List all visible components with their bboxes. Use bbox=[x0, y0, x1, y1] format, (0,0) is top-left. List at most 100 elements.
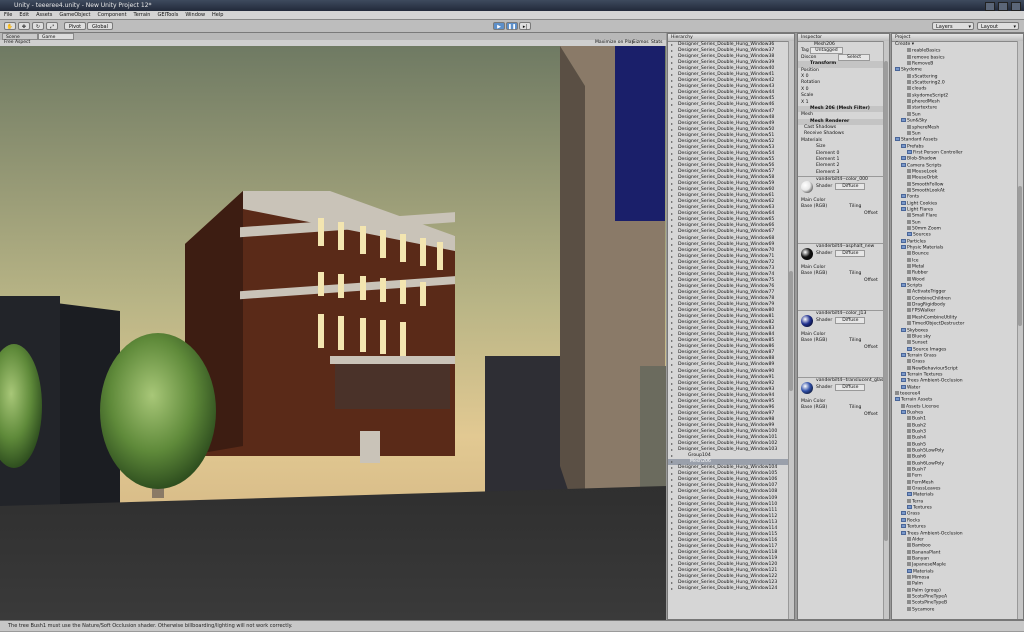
folder-icon bbox=[907, 492, 912, 497]
project-item-label: Bush2 bbox=[912, 423, 926, 429]
asset-icon bbox=[907, 213, 911, 218]
minimize-button[interactable] bbox=[985, 2, 995, 11]
close-button[interactable] bbox=[1011, 2, 1021, 11]
project-item-label: Light Flares bbox=[907, 207, 934, 213]
play-button[interactable]: ▶ bbox=[493, 22, 505, 30]
scroll-thumb[interactable] bbox=[884, 61, 888, 541]
hierarchy-header: Hierarchy bbox=[668, 34, 794, 42]
project-item-label: Textures bbox=[913, 505, 932, 511]
material-block: vanderbilt4--translucent_glass_1 Shader Di… bbox=[798, 377, 889, 444]
folder-icon bbox=[895, 67, 900, 72]
project-item-label: Physic Materials bbox=[907, 245, 944, 251]
project-item-label: Terrain Assets bbox=[901, 397, 933, 403]
project-item-label: Bounce bbox=[912, 251, 929, 257]
menu-component[interactable]: Component bbox=[98, 11, 127, 19]
asset-icon bbox=[907, 295, 911, 300]
folder-icon bbox=[895, 397, 900, 402]
status-bar[interactable]: The tree Bush1 must use the Nature/Soft … bbox=[0, 620, 1024, 631]
shader-row: Shader Diffuse bbox=[798, 316, 889, 324]
tiling-label: Tiling bbox=[849, 204, 862, 210]
menu-geitools[interactable]: GEITools bbox=[157, 11, 178, 19]
move-tool-button[interactable]: ✥ bbox=[18, 22, 30, 30]
scroll-thumb[interactable] bbox=[1018, 186, 1022, 326]
shader-row: Shader Diffuse bbox=[798, 249, 889, 257]
asset-icon bbox=[907, 111, 911, 116]
shader-label: Shader bbox=[816, 317, 833, 323]
folder-icon bbox=[901, 245, 906, 250]
project-tree: reableBasics remove basics RemoveB Skydome s… bbox=[892, 48, 1023, 613]
menu-file[interactable]: File bbox=[4, 11, 12, 19]
scale-x[interactable]: 1 bbox=[806, 100, 809, 105]
rotation-x[interactable]: 0 bbox=[806, 87, 809, 92]
folder-icon bbox=[901, 371, 906, 376]
folder-icon bbox=[901, 156, 906, 161]
menu-edit[interactable]: Edit bbox=[19, 11, 29, 19]
project-item-label: Small Flare bbox=[912, 213, 938, 219]
asset-icon bbox=[907, 486, 911, 491]
project-asset-item[interactable]: Sycamore bbox=[892, 606, 1023, 613]
project-item-label: Materials bbox=[913, 492, 934, 498]
tab-scene[interactable]: Scene bbox=[2, 33, 38, 40]
pause-button[interactable]: ❚❚ bbox=[506, 22, 518, 30]
folder-icon bbox=[901, 238, 906, 243]
project-item-label: MouseLook bbox=[912, 169, 938, 175]
project-item-label: Skyboxes bbox=[907, 328, 929, 334]
select-button[interactable]: Select bbox=[837, 53, 871, 61]
offset-label: Offset bbox=[864, 277, 878, 283]
shader-dropdown[interactable]: Diffuse bbox=[835, 316, 866, 324]
menu-window[interactable]: Window bbox=[185, 11, 205, 19]
menu-gameobject[interactable]: GameObject bbox=[59, 11, 90, 19]
shader-dropdown[interactable]: Diffuse bbox=[835, 182, 866, 190]
scroll-thumb[interactable] bbox=[789, 271, 793, 391]
project-item-label: Sun bbox=[912, 131, 921, 137]
rotate-tool-button[interactable]: ↻ bbox=[32, 22, 44, 30]
hierarchy-item[interactable]: Designer_Series_Double_Hung_Window124 bbox=[668, 586, 794, 592]
layers-dropdown[interactable]: Layers ▾ bbox=[932, 22, 974, 30]
project-item-label: Bush1 bbox=[912, 416, 926, 422]
pivot-toggle[interactable]: Pivot bbox=[64, 22, 86, 30]
asset-icon bbox=[907, 606, 911, 611]
scale-tool-button[interactable]: ⤢ bbox=[46, 22, 58, 30]
shader-dropdown[interactable]: Diffuse bbox=[835, 249, 866, 257]
menu-assets[interactable]: Assets bbox=[36, 11, 52, 19]
asset-icon bbox=[907, 124, 911, 129]
maximize-button[interactable] bbox=[998, 2, 1008, 11]
project-item-label: Assets License bbox=[906, 404, 940, 410]
hierarchy-scrollbar[interactable] bbox=[788, 41, 794, 619]
project-scrollbar[interactable] bbox=[1017, 41, 1023, 619]
asset-icon bbox=[907, 422, 911, 427]
game-viewport[interactable] bbox=[0, 46, 666, 620]
menu-terrain[interactable]: Terrain bbox=[134, 11, 151, 19]
project-item-label: ScotsPineTypeB bbox=[912, 600, 948, 606]
project-item-label: Terrain Textures bbox=[907, 372, 943, 378]
menu-help[interactable]: Help bbox=[212, 11, 223, 19]
hand-tool-button[interactable]: ✋ bbox=[4, 22, 16, 30]
project-item-label: CombineChildren bbox=[912, 296, 951, 302]
folder-icon bbox=[901, 517, 906, 522]
step-button[interactable]: ▸| bbox=[519, 22, 531, 30]
folder-icon bbox=[907, 149, 912, 154]
folder-icon bbox=[901, 200, 906, 205]
project-item-label: TimedObjectDestructor bbox=[912, 321, 965, 327]
position-x[interactable]: 0 bbox=[806, 74, 809, 79]
project-item-label: Bush4 bbox=[912, 435, 926, 441]
folder-icon bbox=[901, 530, 906, 535]
layout-dropdown[interactable]: Layout ▾ bbox=[977, 22, 1019, 30]
inspector-panel: Inspector Mesh206 Tag Untagged Discon Se… bbox=[797, 33, 890, 620]
project-item-label: Bushes bbox=[907, 410, 924, 416]
global-toggle[interactable]: Global bbox=[87, 22, 113, 30]
asset-icon bbox=[907, 48, 911, 53]
shader-label: Shader bbox=[816, 250, 833, 256]
shader-dropdown[interactable]: Diffuse bbox=[835, 383, 866, 391]
inspector-scrollbar[interactable] bbox=[883, 41, 889, 619]
project-item-label: Ice bbox=[912, 258, 919, 264]
project-item-label: Scripts bbox=[907, 283, 923, 289]
project-item-label: startexture bbox=[912, 105, 937, 111]
asset-icon bbox=[907, 555, 911, 560]
project-item-label: Palm bbox=[912, 581, 923, 587]
chevron-down-icon: ▾ bbox=[968, 24, 971, 30]
asset-icon bbox=[907, 359, 911, 364]
asset-icon bbox=[901, 403, 905, 408]
project-item-label: Water bbox=[907, 385, 921, 391]
tab-game[interactable]: Game bbox=[38, 33, 74, 40]
